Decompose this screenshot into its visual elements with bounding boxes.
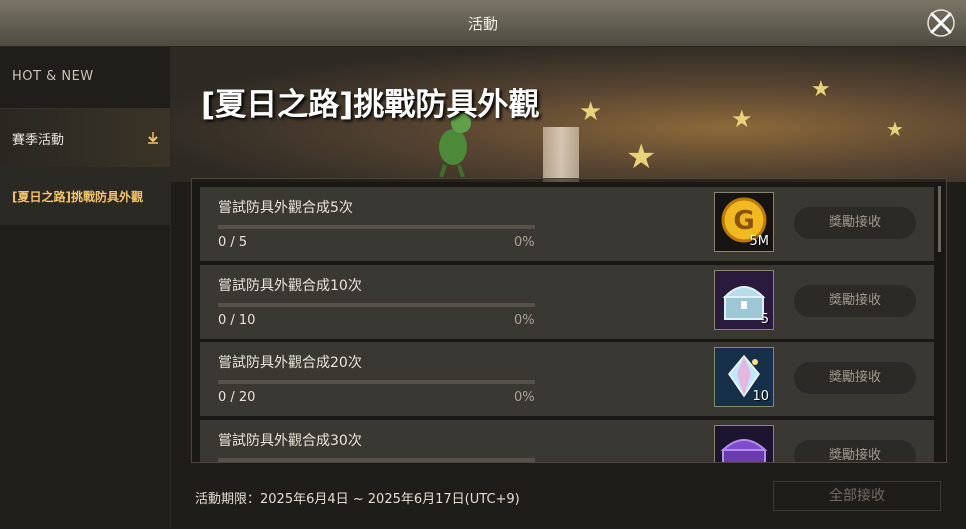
- mission-row: 嘗試防具外觀合成5次 0 / 5 0% G 5M 獎勵接收: [200, 187, 934, 261]
- progress-percent: 0%: [514, 235, 535, 250]
- mission-task: 嘗試防具外觀合成20次: [218, 355, 362, 371]
- svg-text:G: G: [733, 206, 754, 236]
- progress-bar: [218, 225, 535, 229]
- star-decoration: ★: [579, 97, 603, 127]
- sidebar-item-event[interactable]: [夏日之路]挑戰防具外觀: [0, 167, 170, 225]
- mission-task: 嘗試防具外觀合成30次: [218, 433, 362, 449]
- mission-row: 嘗試防具外觀合成20次 0 / 20 0% 10 獎勵接收: [200, 342, 934, 416]
- star-decoration: ★: [626, 137, 657, 177]
- reward-slot[interactable]: 5: [714, 270, 774, 330]
- sidebar-item-season[interactable]: 賽季活動: [0, 109, 170, 167]
- gift-box-decoration: [543, 127, 579, 182]
- mission-row: 嘗試防具外觀合成30次 獎勵接收: [200, 420, 934, 462]
- close-button[interactable]: [926, 8, 956, 38]
- reward-quantity: 5: [760, 312, 769, 327]
- progress-count: 0 / 5: [218, 235, 248, 250]
- star-decoration: ★: [731, 105, 753, 133]
- reward-slot[interactable]: 10: [714, 347, 774, 407]
- mission-task: 嘗試防具外觀合成5次: [218, 200, 353, 216]
- event-banner: ★ ★ ★ ★ ★ [夏日之路]挑戰防具外觀: [171, 47, 966, 182]
- claim-reward-button[interactable]: 獎勵接收: [794, 440, 916, 462]
- mission-list[interactable]: 嘗試防具外觀合成5次 0 / 5 0% G 5M 獎勵接收 嘗試防具外觀合成10…: [191, 178, 947, 463]
- claim-reward-button[interactable]: 獎勵接收: [794, 207, 916, 239]
- sidebar: HOT & NEW 賽季活動 [夏日之路]挑戰防具外觀: [0, 47, 171, 529]
- claim-all-button[interactable]: 全部接收: [773, 481, 941, 511]
- progress-count: 0 / 20: [218, 390, 256, 405]
- star-decoration: ★: [811, 77, 831, 102]
- progress-percent: 0%: [514, 390, 535, 405]
- star-decoration: ★: [886, 117, 904, 141]
- claim-reward-button[interactable]: 獎勵接收: [794, 362, 916, 394]
- scrollbar[interactable]: [938, 186, 941, 252]
- claim-reward-button[interactable]: 獎勵接收: [794, 285, 916, 317]
- sidebar-item-hot-new[interactable]: HOT & NEW: [12, 69, 94, 84]
- sidebar-item-label: 賽季活動: [12, 133, 65, 148]
- chevron-down-icon: [148, 132, 158, 144]
- event-title: [夏日之路]挑戰防具外觀: [201, 87, 540, 123]
- reward-slot[interactable]: G 5M: [714, 192, 774, 252]
- progress-bar: [218, 458, 535, 462]
- event-period: 活動期限：2025年6月4日 ~ 2025年6月17日(UTC+9): [195, 492, 520, 507]
- reward-quantity: 10: [752, 389, 769, 404]
- reward-quantity: 5M: [749, 234, 770, 249]
- reward-slot[interactable]: [714, 425, 774, 462]
- window-title: 活動: [467, 15, 498, 33]
- window-titlebar: 活動: [0, 0, 966, 47]
- close-icon: [927, 9, 955, 37]
- progress-percent: 0%: [514, 313, 535, 328]
- mission-row: 嘗試防具外觀合成10次 0 / 10 0% 5 獎勵接收: [200, 265, 934, 339]
- progress-bar: [218, 303, 535, 307]
- progress-count: 0 / 10: [218, 313, 256, 328]
- purple-chest-icon: [720, 439, 768, 462]
- sidebar-item-label: [夏日之路]挑戰防具外觀: [12, 190, 143, 204]
- mission-task: 嘗試防具外觀合成10次: [218, 278, 362, 294]
- progress-bar: [218, 380, 535, 384]
